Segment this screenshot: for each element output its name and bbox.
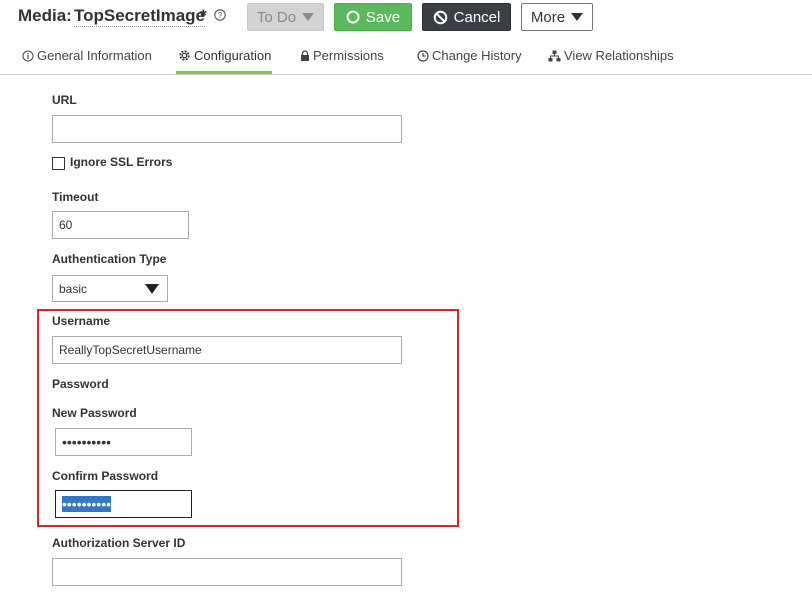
cancel-button-label: Cancel (453, 8, 501, 26)
more-button[interactable]: More (521, 3, 593, 31)
active-tab-indicator (176, 71, 272, 74)
todo-button[interactable]: To Do (247, 3, 324, 31)
save-button[interactable]: Save (334, 3, 412, 31)
new-password-label: New Password (52, 406, 137, 420)
timeout-label: Timeout (52, 190, 99, 204)
ignore-ssl-label: Ignore SSL Errors (70, 155, 173, 169)
unsaved-marker: * (200, 6, 207, 25)
circle-icon (346, 10, 360, 24)
username-input[interactable]: ReallyTopSecretUsername (52, 336, 402, 364)
tab-label: Configuration (194, 48, 272, 63)
info-icon (22, 50, 34, 61)
tab-change-history[interactable]: Change History (417, 48, 522, 63)
ban-icon (433, 10, 447, 24)
chevron-down-icon (302, 13, 315, 21)
tab-bar: General Information Configuration Permis… (0, 40, 812, 75)
url-label: URL (52, 93, 77, 107)
password-heading: Password (52, 377, 109, 391)
tab-permissions[interactable]: Permissions (300, 48, 384, 63)
cancel-button[interactable]: Cancel (422, 3, 511, 31)
tab-label: Permissions (313, 48, 384, 63)
authentication-type-value: basic (59, 281, 88, 296)
tab-label: General Information (37, 48, 152, 63)
tab-label: Change History (432, 48, 522, 63)
chevron-down-icon (571, 13, 584, 21)
help-icon[interactable]: ? (214, 9, 226, 21)
page-header: Media: TopSecretImage * ? To Do Save Can… (0, 0, 812, 36)
page-title-prefix: Media: (18, 6, 72, 25)
authorization-server-id-label: Authorization Server ID (52, 536, 186, 550)
authorization-server-id-input[interactable] (52, 558, 402, 586)
todo-button-label: To Do (256, 8, 297, 26)
new-password-input[interactable]: •••••••••• (55, 428, 192, 456)
authentication-type-label: Authentication Type (52, 252, 167, 266)
new-password-value: •••••••••• (62, 434, 112, 450)
svg-text:?: ? (218, 11, 223, 20)
clock-icon (417, 49, 429, 62)
chevron-down-icon (145, 284, 159, 294)
username-label: Username (52, 314, 111, 328)
lock-icon (301, 49, 309, 61)
tab-label: View Relationships (564, 48, 674, 63)
tab-view-relationships[interactable]: View Relationships (548, 48, 674, 63)
confirm-password-label: Confirm Password (52, 469, 159, 483)
tab-general-information[interactable]: General Information (22, 48, 152, 63)
save-button-label: Save (365, 8, 401, 26)
authentication-type-select[interactable]: basic (52, 275, 168, 302)
hierarchy-icon (548, 50, 561, 61)
gear-icon (179, 50, 190, 61)
confirm-password-value: •••••••••• (62, 496, 112, 512)
timeout-input[interactable]: 60 (52, 211, 189, 239)
more-button-label: More (530, 8, 566, 26)
url-input[interactable] (52, 115, 402, 143)
tab-configuration[interactable]: Configuration (178, 48, 271, 63)
confirm-password-input[interactable]: •••••••••• (55, 490, 192, 518)
media-name[interactable]: TopSecretImage (74, 6, 206, 27)
ignore-ssl-checkbox[interactable] (52, 157, 65, 170)
